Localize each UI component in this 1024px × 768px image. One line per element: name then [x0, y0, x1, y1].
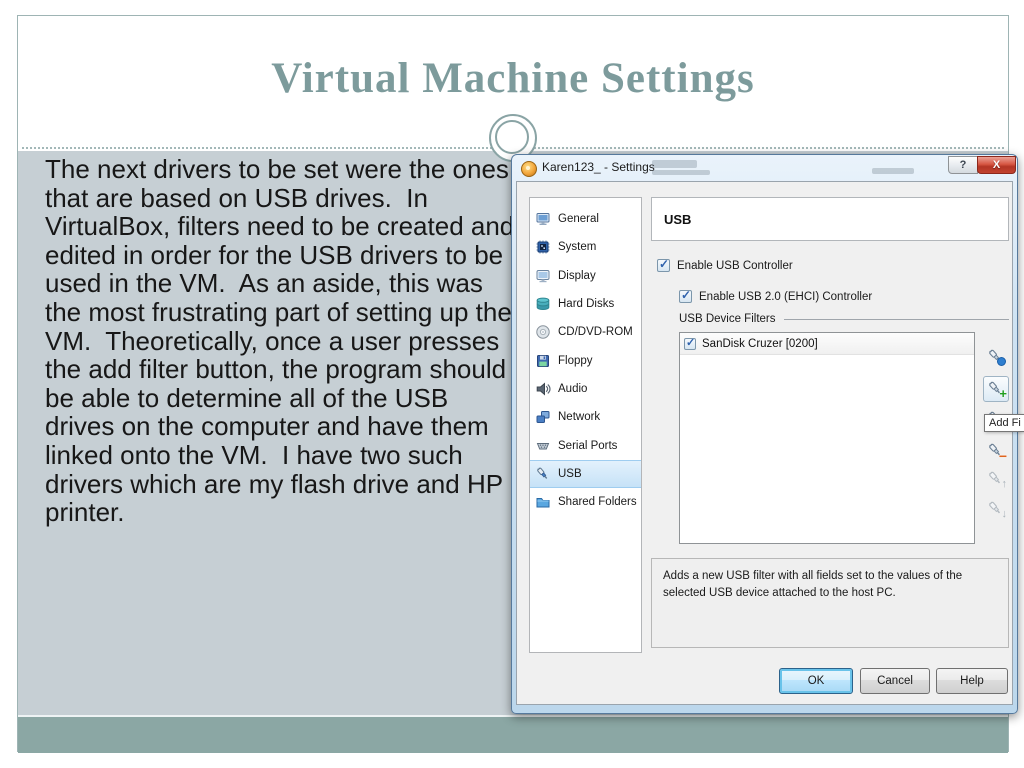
checkbox-checked-icon[interactable] [679, 288, 692, 303]
add-empty-filter-icon[interactable] [987, 348, 1006, 366]
sidebar-item-hard-disks[interactable]: Hard Disks [530, 290, 641, 318]
usb-filter-row[interactable]: SanDisk Cruzer [0200] [680, 333, 974, 355]
sidebar-item-serial-ports[interactable]: Serial Ports [530, 431, 641, 459]
add-filter-tooltip: Add Fi [984, 414, 1024, 432]
audio-icon [535, 381, 551, 397]
sidebar-item-system[interactable]: System [530, 233, 641, 261]
move-filter-down-badge: ↓ [1001, 508, 1008, 520]
slide-title: Virtual Machine Settings [271, 55, 755, 102]
shared-folders-icon [535, 494, 551, 510]
sidebar-item-label: CD/DVD-ROM [558, 326, 633, 339]
cd-dvd-icon [535, 324, 551, 340]
background-window-artifact [652, 170, 710, 175]
network-icon [535, 409, 551, 425]
move-filter-up-badge: ↑ [1001, 478, 1008, 490]
sidebar-item-label: Serial Ports [558, 439, 618, 452]
slide-footer-band [18, 715, 1008, 753]
checkbox-checked-icon[interactable] [657, 257, 670, 272]
sidebar-item-usb[interactable]: USB [530, 459, 641, 488]
settings-dialog: Karen123_ - Settings ? X General System Di… [511, 154, 1018, 714]
background-window-artifact [872, 168, 914, 174]
ok-button[interactable]: OK [779, 668, 853, 694]
page-header-label: USB [664, 211, 692, 227]
description-box: Adds a new USB filter with all fields se… [651, 558, 1009, 648]
group-rule-line [783, 318, 1009, 320]
remove-filter-badge: − [998, 448, 1007, 464]
sidebar-item-cd-dvd-rom[interactable]: CD/DVD-ROM [530, 318, 641, 346]
sidebar-item-network[interactable]: Network [530, 403, 641, 431]
display-icon [535, 268, 551, 284]
sidebar-item-label: Network [558, 411, 601, 424]
sidebar-item-label: Display [558, 269, 596, 282]
settings-sidebar: General System Display Hard Disks CD/DVD-ROM… [529, 197, 642, 653]
general-icon [535, 211, 551, 227]
sidebar-item-label: System [558, 241, 597, 254]
close-icon[interactable]: X [977, 156, 1016, 174]
dialog-client-area: General System Display Hard Disks CD/DVD-ROM… [516, 181, 1013, 705]
add-filter-from-device-icon[interactable]: + [987, 380, 1007, 401]
sidebar-item-label: Floppy [558, 354, 593, 367]
usb-filter-label: SanDisk Cruzer [0200] [702, 337, 818, 350]
usb-device-filters-group: USB Device Filters [679, 313, 1009, 325]
move-filter-down-icon: ↓ [987, 500, 1008, 520]
cancel-button[interactable]: Cancel [860, 668, 930, 694]
hard-disks-icon [535, 296, 551, 312]
virtualbox-gear-icon [521, 161, 537, 177]
dialog-help-caption-button[interactable]: ? [948, 156, 978, 174]
sidebar-item-shared-folders[interactable]: Shared Folders [530, 488, 641, 516]
sidebar-item-audio[interactable]: Audio [530, 375, 641, 403]
sidebar-item-floppy[interactable]: Floppy [530, 346, 641, 374]
page-header-box: USB [651, 197, 1009, 241]
sidebar-item-display[interactable]: Display [530, 262, 641, 290]
dialog-titlebar[interactable]: Karen123_ - Settings ? X [512, 155, 1017, 181]
remove-filter-icon[interactable]: − [987, 442, 1007, 464]
sidebar-item-label: USB [558, 467, 582, 480]
enable-ehci-checkbox[interactable]: Enable USB 2.0 (EHCI) Controller [679, 288, 872, 303]
add-filter-from-device-badge: + [999, 386, 1007, 401]
enable-usb-checkbox[interactable]: Enable USB Controller [657, 257, 793, 272]
help-button[interactable]: Help [936, 668, 1008, 694]
floppy-icon [535, 353, 551, 369]
sidebar-item-label: Audio [558, 382, 588, 395]
serial-ports-icon [535, 438, 551, 454]
usb-filter-list[interactable]: SanDisk Cruzer [0200] [679, 332, 975, 544]
background-window-artifact [652, 160, 697, 168]
usb-icon [535, 466, 551, 482]
checkbox-checked-icon[interactable] [684, 336, 696, 350]
add-empty-filter-badge [997, 357, 1006, 366]
sidebar-item-label: Hard Disks [558, 298, 615, 311]
dialog-title: Karen123_ - Settings [542, 160, 655, 174]
sidebar-item-label: General [558, 213, 599, 226]
system-icon [535, 239, 551, 255]
slide-body-text: The next drivers to be set were the ones… [45, 154, 515, 528]
slide-page: Virtual Machine Settings The next driver… [0, 0, 1024, 768]
move-filter-up-icon: ↑ [987, 470, 1008, 490]
sidebar-item-general[interactable]: General [530, 205, 641, 233]
add-filter-from-device-button[interactable]: + [983, 376, 1009, 402]
sidebar-item-label: Shared Folders [558, 496, 637, 509]
